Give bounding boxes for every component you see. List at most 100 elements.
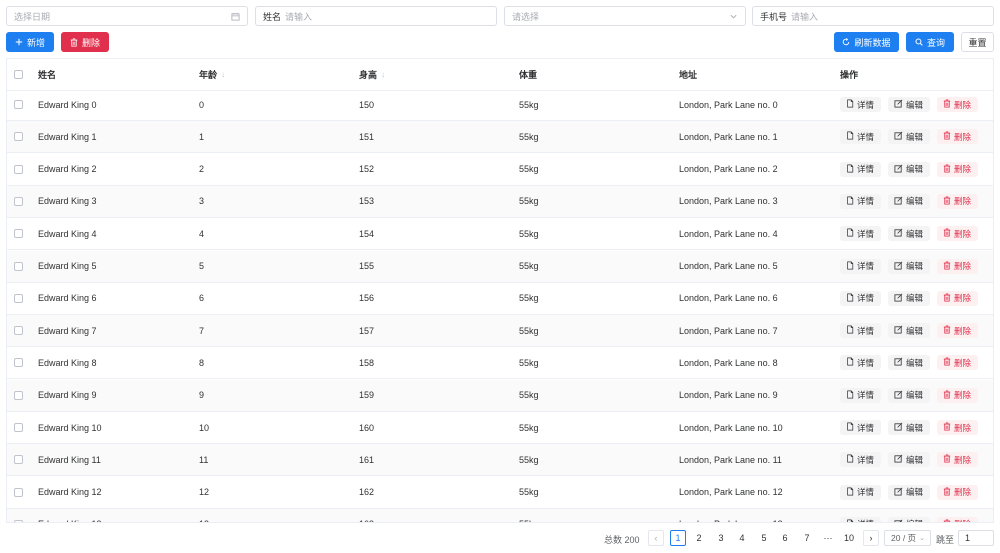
detail-button[interactable]: 详情 [840, 290, 882, 306]
sort-arrow-icon: ↓ [221, 70, 226, 79]
edit-button[interactable]: 编辑 [888, 516, 931, 522]
cell-age: 7 [199, 325, 205, 336]
page-size-select[interactable]: 20 / 页 ⌄ [884, 530, 931, 546]
detail-button[interactable]: 详情 [840, 387, 882, 403]
phone-placeholder: 请输入 [791, 11, 819, 22]
row-checkbox[interactable] [14, 154, 26, 185]
edit-button[interactable]: 编辑 [888, 323, 931, 339]
edit-button[interactable]: 编辑 [888, 484, 931, 500]
edit-button[interactable]: 编辑 [888, 355, 931, 371]
row-checkbox[interactable] [14, 477, 26, 508]
detail-button[interactable]: 详情 [840, 258, 882, 274]
delete-button[interactable]: 删除 [937, 226, 979, 242]
edit-button[interactable]: 编辑 [888, 452, 931, 468]
edit-button-label: 编辑 [906, 99, 924, 110]
row-checkbox[interactable] [14, 347, 26, 378]
status-select[interactable]: 请选择 [504, 6, 746, 26]
cell-name: Edward King 0 [38, 99, 97, 110]
delete-button[interactable]: 删除 [937, 420, 979, 435]
row-checkbox[interactable] [14, 412, 26, 443]
cell-weight: 55kg [519, 422, 539, 433]
detail-button[interactable]: 详情 [840, 161, 882, 177]
edit-button[interactable]: 编辑 [888, 97, 931, 112]
page-number-button[interactable]: 3 [713, 530, 729, 546]
edit-button-label: 编辑 [906, 228, 924, 239]
detail-button[interactable]: 详情 [840, 516, 882, 522]
page-number-button[interactable]: 10 [841, 530, 857, 546]
delete-button[interactable]: 删除 [937, 387, 979, 403]
row-checkbox[interactable] [14, 251, 26, 282]
trash-icon [943, 196, 951, 207]
delete-button[interactable]: 删除 [937, 323, 979, 339]
edit-button[interactable]: 编辑 [888, 161, 931, 177]
delete-button[interactable]: 删除 [937, 516, 979, 522]
detail-button[interactable]: 详情 [840, 484, 882, 500]
cell-address: London, Park Lane no. 8 [679, 357, 778, 368]
detail-button[interactable]: 详情 [840, 129, 882, 145]
header-actions: 操作 [840, 70, 859, 80]
jump-page-input[interactable]: 1 [958, 530, 994, 546]
query-button[interactable]: 查询 [906, 32, 954, 52]
edit-button[interactable]: 编辑 [888, 290, 931, 306]
row-checkbox[interactable] [14, 218, 26, 249]
page-number-button[interactable]: 7 [799, 530, 815, 546]
row-checkbox[interactable] [14, 380, 26, 411]
phone-input[interactable]: 手机号 请输入 [752, 6, 994, 26]
delete-button[interactable]: 删除 [937, 97, 979, 112]
select-all-checkbox[interactable] [14, 59, 26, 90]
delete-button[interactable]: 删除 [937, 161, 979, 177]
edit-icon [894, 357, 903, 368]
delete-button[interactable]: 删除 [937, 193, 979, 209]
edit-button[interactable]: 编辑 [888, 193, 931, 209]
edit-button[interactable]: 编辑 [888, 129, 931, 145]
edit-button[interactable]: 编辑 [888, 258, 931, 274]
row-checkbox[interactable] [14, 89, 26, 120]
add-button[interactable]: 新增 [6, 32, 54, 52]
page-ellipsis[interactable]: ··· [820, 530, 836, 546]
delete-button[interactable]: 删除 [937, 484, 979, 500]
detail-button[interactable]: 详情 [840, 355, 882, 371]
date-picker[interactable]: 选择日期 [6, 6, 248, 26]
next-page-button[interactable]: › [863, 530, 879, 546]
detail-button[interactable]: 详情 [840, 193, 882, 209]
detail-button[interactable]: 详情 [840, 323, 882, 339]
cell-name: Edward King 8 [38, 357, 97, 368]
row-checkbox[interactable] [14, 315, 26, 346]
delete-button[interactable]: 删除 [937, 258, 979, 274]
cell-age: 4 [199, 228, 205, 239]
delete-button[interactable]: 删除 [937, 290, 979, 306]
edit-button[interactable]: 编辑 [888, 387, 931, 403]
detail-button[interactable]: 详情 [840, 226, 882, 242]
row-checkbox[interactable] [14, 121, 26, 152]
page-number-button[interactable]: 4 [734, 530, 750, 546]
row-checkbox[interactable] [14, 283, 26, 314]
detail-button[interactable]: 详情 [840, 452, 882, 468]
page-number-button[interactable]: 1 [670, 530, 686, 546]
reset-button[interactable]: 重置 [961, 32, 994, 52]
row-checkbox[interactable] [14, 444, 26, 475]
row-checkbox[interactable] [14, 186, 26, 217]
header-height[interactable]: 身高 ↓ [359, 59, 385, 90]
page-number-button[interactable]: 6 [777, 530, 793, 546]
detail-button[interactable]: 详情 [840, 420, 882, 435]
refresh-button[interactable]: 刷新数据 [834, 32, 899, 52]
detail-button-label: 详情 [857, 487, 875, 498]
edit-icon [894, 131, 903, 142]
header-age[interactable]: 年龄 ↓ [199, 59, 225, 90]
document-icon [846, 293, 854, 304]
trash-icon [943, 390, 951, 401]
page-number-button[interactable]: 5 [756, 530, 772, 546]
page-number-button[interactable]: 2 [691, 530, 707, 546]
name-input[interactable]: 姓名 请输入 [255, 6, 497, 26]
batch-delete-label: 删除 [81, 37, 100, 48]
detail-button[interactable]: 详情 [840, 97, 882, 112]
delete-button[interactable]: 删除 [937, 355, 979, 371]
cell-age: 0 [199, 99, 205, 110]
delete-button[interactable]: 删除 [937, 129, 979, 145]
prev-page-button[interactable]: ‹ [648, 530, 664, 546]
edit-button[interactable]: 编辑 [888, 226, 931, 242]
batch-delete-button[interactable]: 删除 [61, 32, 109, 52]
row-checkbox[interactable] [14, 509, 26, 522]
edit-button[interactable]: 编辑 [888, 420, 931, 435]
delete-button[interactable]: 删除 [937, 452, 979, 468]
